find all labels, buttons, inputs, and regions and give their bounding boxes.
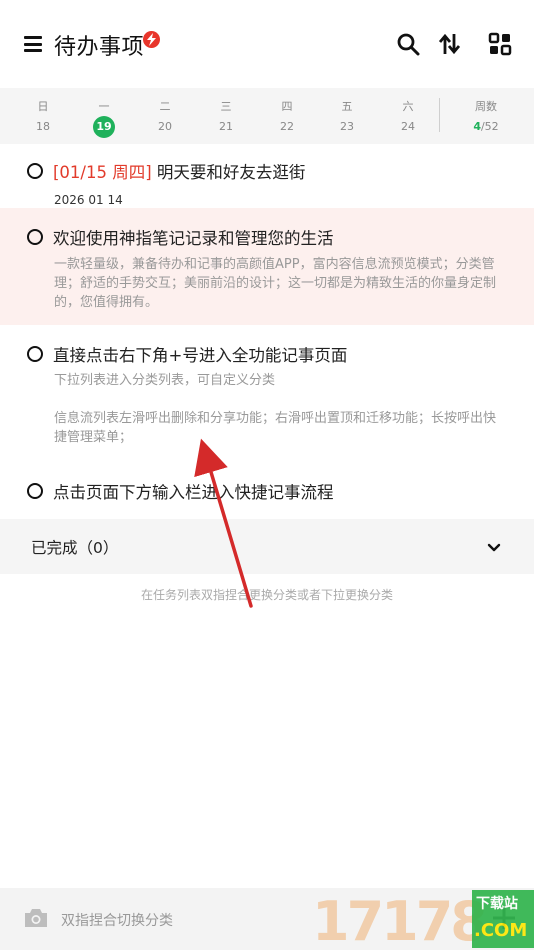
week-calendar: 日 18 一 19 二 20 三 21 四 22 五 23 六 24 周数 4/… <box>0 88 534 144</box>
search-icon[interactable] <box>396 32 420 56</box>
task-checkbox[interactable] <box>27 163 43 179</box>
watermark-digits: 17178 <box>312 890 488 950</box>
page-title: 待办事项 <box>54 35 145 60</box>
calendar-day[interactable]: 日 18 <box>23 88 63 134</box>
calendar-day[interactable]: 三 21 <box>206 88 246 134</box>
grid-icon[interactable] <box>488 32 512 56</box>
watermark-logo: 下载站 .COM <box>472 890 534 948</box>
menu-icon[interactable] <box>24 36 42 52</box>
chevron-down-icon[interactable] <box>487 540 501 554</box>
flash-icon <box>143 31 160 48</box>
task-date: 2026 01 14 <box>54 193 123 207</box>
task-checkbox[interactable] <box>27 346 43 362</box>
calendar-day[interactable]: 六 24 <box>388 88 428 134</box>
calendar-day-today[interactable]: 一 19 <box>84 88 124 138</box>
task-title: 欢迎使用神指笔记记录和管理您的生活 <box>53 229 334 248</box>
task-date-tag: [01/15 周四] <box>53 163 152 182</box>
task-description: 一款轻量级，兼备待办和记事的高颜值APP，富内容信息流预览模式；分类管理；舒适的… <box>54 257 497 310</box>
task-title: 点击页面下方输入栏进入快捷记事流程 <box>53 483 334 502</box>
calendar-day[interactable]: 二 20 <box>145 88 185 134</box>
task-description: 信息流列表左滑呼出删除和分享功能；右滑呼出置顶和迁移功能；长按呼出快捷管理菜单； <box>54 411 497 445</box>
hint-text: 在任务列表双指捏合更换分类或者下拉更换分类 <box>140 588 393 602</box>
week-number[interactable]: 周数 4/52 <box>460 88 512 133</box>
week-total: /52 <box>480 120 499 133</box>
task-item[interactable]: 直接点击右下角+号进入全功能记事页面 下拉列表进入分类列表，可自定义分类 信息流… <box>0 325 534 465</box>
task-checkbox[interactable] <box>27 229 43 245</box>
quick-input-placeholder[interactable]: 双指捏合切换分类 <box>61 910 173 930</box>
task-description: 下拉列表进入分类列表，可自定义分类 <box>54 373 276 388</box>
calendar-day[interactable]: 四 22 <box>267 88 307 134</box>
completed-label: 已完成（0） <box>31 539 119 557</box>
sort-icon[interactable] <box>438 32 462 56</box>
task-item[interactable]: 欢迎使用神指笔记记录和管理您的生活 一款轻量级，兼备待办和记事的高颜值APP，富… <box>0 208 534 325</box>
task-title: 直接点击右下角+号进入全功能记事页面 <box>53 346 348 365</box>
camera-icon[interactable] <box>23 907 49 929</box>
week-divider <box>439 98 440 132</box>
site-watermark: 17178 下载站 .COM <box>312 888 534 950</box>
task-item[interactable]: [01/15 周四] 明天要和好友去逛街 2026 01 14 <box>0 145 534 208</box>
task-checkbox[interactable] <box>27 483 43 499</box>
calendar-day[interactable]: 五 23 <box>327 88 367 134</box>
week-current: 4 <box>473 120 481 133</box>
completed-section-header[interactable]: 已完成（0） <box>0 519 534 574</box>
task-title: [01/15 周四] 明天要和好友去逛街 <box>53 163 306 182</box>
app-header: 待办事项 <box>0 0 534 88</box>
task-item[interactable]: 点击页面下方输入栏进入快捷记事流程 <box>0 465 534 519</box>
